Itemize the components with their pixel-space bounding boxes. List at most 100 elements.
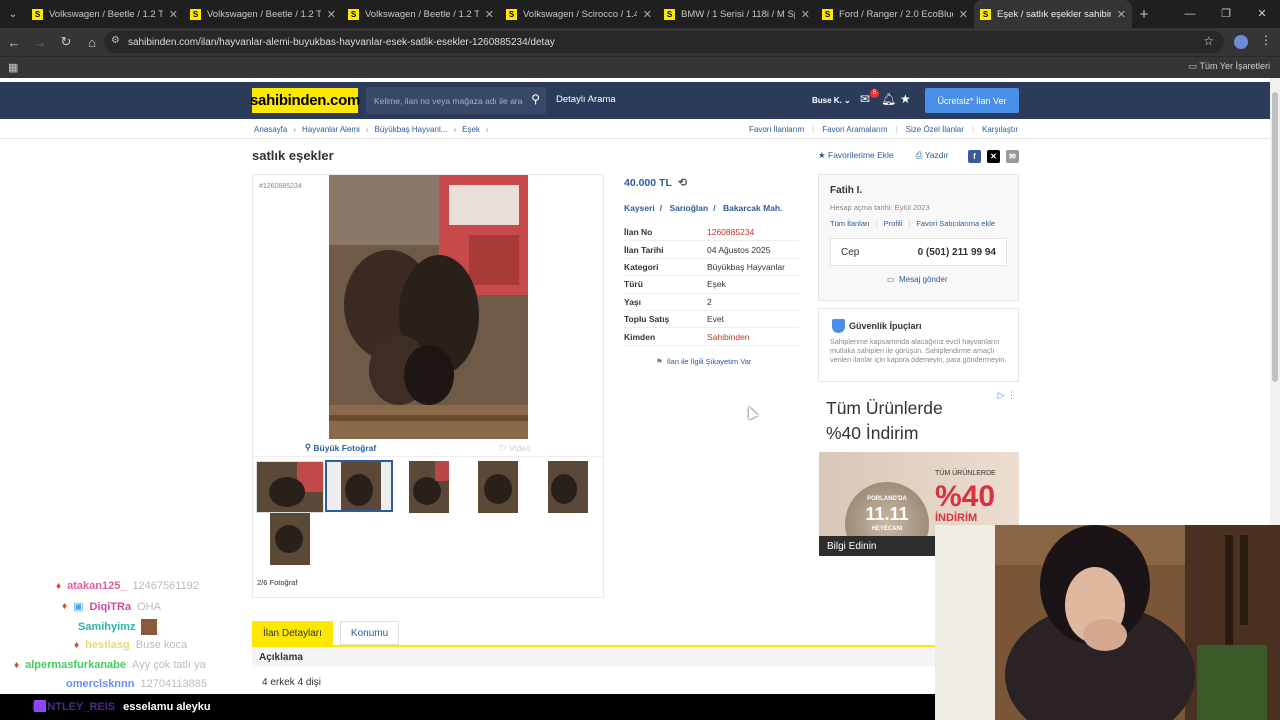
location-city[interactable]: Kayseri (624, 203, 655, 213)
favorites-star-icon[interactable]: ★ (900, 92, 911, 106)
detail-value: Evet (707, 314, 725, 325)
favorite-seller-link[interactable]: Favori Satıcılarıma ekle (916, 219, 995, 228)
detail-value: 2 (707, 296, 712, 307)
thumbnail-art (534, 461, 602, 513)
browser-tab-active[interactable]: S Eşek / satlık eşekler sahibinden... ✕ (974, 0, 1132, 28)
photo-thumbnail[interactable] (464, 461, 532, 513)
favicon-icon: S (506, 8, 517, 20)
breadcrumb-item[interactable]: Anasayfa (254, 125, 287, 134)
chat-badge-icon: ♦ (56, 580, 62, 592)
chat-badge-icon: ♦ (74, 639, 80, 651)
tab-close-icon[interactable]: ✕ (327, 8, 336, 21)
detail-row: Toplu Satış Evet (624, 311, 799, 329)
chat-emote-icon (141, 619, 158, 635)
special-listings-link[interactable]: Size Özel İlanlar (906, 125, 964, 134)
breadcrumb-item[interactable]: Hayvanlar Alemi (302, 125, 360, 134)
detailed-search-link[interactable]: Detaylı Arama (556, 94, 616, 105)
site-logo[interactable]: sahibinden.com (250, 88, 360, 113)
photo-gallery: #1260885234 ⚲ Büyük Fotoğraf ▷ Video 2/6… (252, 174, 604, 598)
tab-search-icon[interactable]: ⌄ (0, 0, 26, 28)
add-favorite-button[interactable]: ★ Favorilerime Ekle (818, 150, 894, 161)
home-icon[interactable]: ⌂ (80, 35, 104, 50)
price-history-icon[interactable]: ⟲ (678, 177, 687, 189)
tab-close-icon[interactable]: ✕ (1117, 8, 1126, 21)
bell-icon[interactable]: 🔔︎ (881, 92, 896, 106)
photo-thumbnail[interactable] (256, 513, 324, 565)
minimize-icon[interactable]: — (1172, 0, 1208, 28)
print-button[interactable]: ⎙ Yazdır (916, 150, 949, 161)
location-district[interactable]: Sarıoğlan (669, 203, 708, 213)
main-photo[interactable] (329, 175, 528, 439)
user-menu[interactable]: Buse K. ⌄ (812, 96, 851, 105)
close-window-icon[interactable]: ✕ (1244, 0, 1280, 28)
all-listings-link[interactable]: Tüm İlanları (830, 219, 870, 228)
restore-icon[interactable]: ❐ (1208, 0, 1244, 28)
detail-value: 1260885234 (707, 227, 755, 238)
video-tab[interactable]: ▷ Video (428, 439, 603, 456)
profile-avatar[interactable] (1234, 35, 1248, 49)
browser-tab[interactable]: S Volkswagen / Beetle / 1.2 TSI / ... ✕ (342, 0, 500, 28)
tab-title: BMW / 1 Serisi / 118i / M Spor... (681, 8, 795, 20)
mail-icon[interactable]: ✉ (860, 92, 870, 106)
seller-name[interactable]: Fatih I. (830, 185, 862, 196)
detail-row: Kimden Sahibinden (624, 328, 799, 346)
back-icon[interactable]: ← (2, 35, 26, 50)
detail-row: Kategori Büyükbaş Hayvanlar (624, 259, 799, 277)
photo-thumbnail-active[interactable] (325, 460, 393, 512)
photo-thumbnail[interactable] (256, 461, 324, 513)
profile-link[interactable]: Profili (884, 219, 903, 228)
tab-close-icon[interactable]: ✕ (643, 8, 652, 21)
browser-tab[interactable]: S Volkswagen / Beetle / 1.2 TSI / ... ✕ (184, 0, 342, 28)
post-ad-button[interactable]: Ücretsiz* İlan Ver (925, 88, 1019, 113)
new-tab-icon[interactable]: + (1132, 6, 1156, 23)
favorite-listings-link[interactable]: Favori İlanlarım (749, 125, 804, 134)
site-info-icon[interactable]: ⚙ (111, 35, 120, 46)
big-photo-tab[interactable]: ⚲ Büyük Fotoğraf (253, 439, 428, 456)
tab-listing-details[interactable]: İlan Detayları (252, 621, 333, 645)
complaint-link[interactable]: ⚑ İlan ile İlgili Şikayetim Var (656, 357, 751, 366)
url-input[interactable]: ⚙ sahibinden.com/ilan/hayvanlar-alemi-bu… (104, 31, 1224, 53)
apps-grid-icon[interactable]: ▦ (8, 61, 18, 74)
location-neighborhood[interactable]: Bakarcak Mah. (723, 203, 783, 213)
chat-username: atakan125_ (67, 580, 127, 592)
listing-details: İlan No 1260885234 İlan Tarihi 04 Ağustos … (624, 224, 799, 346)
detail-key: İlan Tarihi (624, 244, 664, 255)
send-message-button[interactable]: ▭ Mesaj gönder (887, 275, 948, 284)
browser-tab[interactable]: S Volkswagen / Beetle / 1.2 TSI / ... ✕ (26, 0, 184, 28)
favicon-icon: S (980, 8, 991, 20)
tab-close-icon[interactable]: ✕ (959, 8, 968, 21)
bookmark-star-icon[interactable]: ☆ (1203, 34, 1214, 48)
photo-thumbnail[interactable] (395, 461, 463, 513)
x-share-icon[interactable]: ✕ (987, 150, 1000, 163)
email-share-icon[interactable]: ✉ (1006, 150, 1019, 163)
breadcrumb-item[interactable]: Büyükbaş Hayvanl... (375, 125, 448, 134)
all-bookmarks[interactable]: ▭ Tüm Yer İşaretleri (1189, 61, 1270, 72)
search-input[interactable]: Kelime, ilan no veya mağaza adı ile ara … (366, 87, 546, 114)
tab-close-icon[interactable]: ✕ (485, 8, 494, 21)
reload-icon[interactable]: ↻ (54, 34, 78, 50)
scrollbar-thumb[interactable] (1272, 92, 1278, 382)
tab-close-icon[interactable]: ✕ (169, 8, 178, 21)
phone-number: 0 (501) 211 99 94 (917, 246, 996, 258)
favorite-searches-link[interactable]: Favori Aramalarım (822, 125, 887, 134)
chat-username: hestiasg (85, 639, 130, 651)
facebook-share-icon[interactable]: f (968, 150, 981, 163)
browser-tab[interactable]: S BMW / 1 Serisi / 118i / M Spor... ✕ (658, 0, 816, 28)
breadcrumb-item[interactable]: Eşek (462, 125, 480, 134)
compare-link[interactable]: Karşılaştır (982, 125, 1018, 134)
browser-menu-icon[interactable]: ⋮ (1260, 33, 1272, 47)
browser-tab[interactable]: S Ford / Ranger / 2.0 EcoBlue / 4... ✕ (816, 0, 974, 28)
ad-choices-icon[interactable]: ▷ ⋮ (998, 390, 1016, 401)
phone-box[interactable]: Cep 0 (501) 211 99 94 (830, 238, 1007, 266)
photo-thumbnail[interactable] (534, 461, 602, 513)
browser-tab[interactable]: S Volkswagen / Scirocco / 1.4 TSI ... ✕ (500, 0, 658, 28)
tab-title: Volkswagen / Beetle / 1.2 TSI / ... (365, 8, 479, 20)
price: 40.000 TL ⟲ (624, 176, 687, 189)
safety-title: Güvenlik İpuçları (849, 321, 922, 331)
thumbnail-art (257, 462, 323, 512)
tab-close-icon[interactable]: ✕ (801, 8, 810, 21)
url-text: sahibinden.com/ilan/hayvanlar-alemi-buyu… (128, 36, 555, 48)
tab-location[interactable]: Konumu (339, 621, 400, 645)
forward-icon[interactable]: → (28, 35, 52, 50)
search-icon[interactable]: ⚲ (531, 92, 540, 106)
